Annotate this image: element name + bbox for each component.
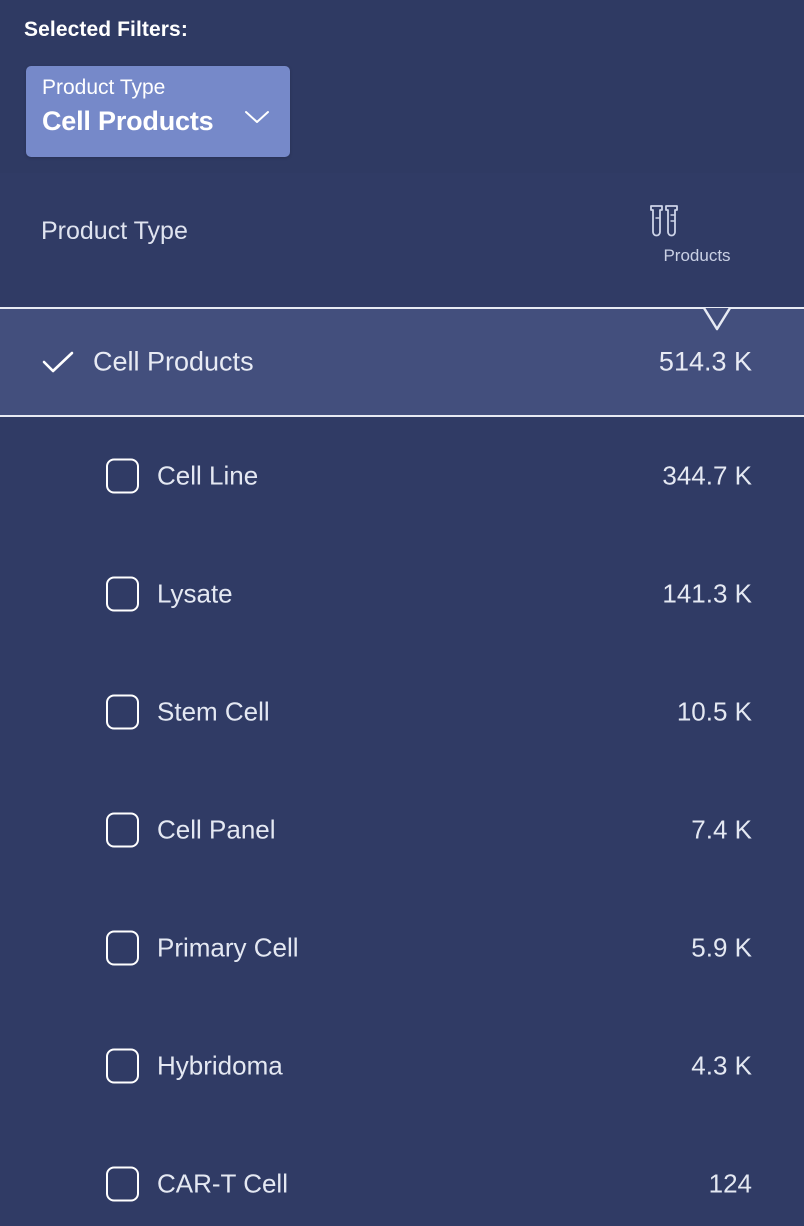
dropdown-option-hybridoma[interactable]: Hybridoma 4.3 K xyxy=(0,1007,804,1125)
option-checkbox[interactable] xyxy=(106,458,139,494)
option-label: CAR-T Cell xyxy=(157,1168,288,1199)
option-label: Cell Panel xyxy=(157,814,276,845)
option-count: 10.5 K xyxy=(676,696,752,727)
dropdown-option-selected-cell-products[interactable]: Cell Products 514.3 K xyxy=(0,307,804,417)
option-checkbox[interactable] xyxy=(106,1048,139,1084)
dropdown-option-cell-line[interactable]: Cell Line 344.7 K xyxy=(0,417,804,535)
option-count: 344.7 K xyxy=(662,460,752,491)
option-label: Stem Cell xyxy=(157,696,270,727)
selected-filters-header: Selected Filters: Product Type Cell Prod… xyxy=(0,0,804,173)
option-checkbox[interactable] xyxy=(106,930,139,966)
dropdown-header: Product Type Products xyxy=(0,173,804,307)
option-count: 5.9 K xyxy=(691,932,752,963)
dropdown-option-list: Cell Line 344.7 K Lysate 141.3 K Stem Ce… xyxy=(0,417,804,1226)
filter-chip-value: Cell Products xyxy=(42,106,214,136)
filter-dropdown-screen: PRODUCT FIGURES American Type Culture Co… xyxy=(0,0,804,1226)
dropdown-option-lysate[interactable]: Lysate 141.3 K xyxy=(0,535,804,653)
vials-icon xyxy=(650,205,678,237)
option-count: 4.3 K xyxy=(691,1050,752,1081)
dropdown-title: Product Type xyxy=(41,217,188,245)
dropdown-option-stem-cell[interactable]: Stem Cell 10.5 K xyxy=(0,653,804,771)
product-type-dropdown-panel: Product Type Products Cell Products 514.… xyxy=(0,173,804,1226)
dropdown-option-cell-panel[interactable]: Cell Panel 7.4 K xyxy=(0,771,804,889)
chevron-down-icon[interactable] xyxy=(244,110,270,124)
option-count: 141.3 K xyxy=(662,578,752,609)
option-count: 124 xyxy=(708,1168,752,1199)
option-checkbox[interactable] xyxy=(106,1166,139,1202)
selected-option-label: Cell Products xyxy=(93,346,254,377)
option-checkbox[interactable] xyxy=(106,576,139,612)
filter-chip-category: Product Type xyxy=(42,76,166,99)
option-checkbox[interactable] xyxy=(106,694,139,730)
selected-filters-label: Selected Filters: xyxy=(24,18,188,41)
option-label: Hybridoma xyxy=(157,1050,283,1081)
option-checkbox[interactable] xyxy=(106,812,139,848)
selected-option-count: 514.3 K xyxy=(658,346,752,377)
checkmark-icon xyxy=(42,351,74,373)
filter-chip-product-type[interactable]: Product Type Cell Products xyxy=(26,66,290,157)
option-label: Primary Cell xyxy=(157,932,299,963)
dropdown-pointer-notch xyxy=(688,307,746,331)
dropdown-option-car-t-cell[interactable]: CAR-T Cell 124 xyxy=(0,1125,804,1226)
metric-column-label: Products xyxy=(663,246,731,265)
option-count: 7.4 K xyxy=(691,814,752,845)
option-label: Cell Line xyxy=(157,460,259,491)
metric-column-products[interactable]: Products xyxy=(642,199,752,266)
option-label: Lysate xyxy=(157,578,233,609)
dropdown-option-primary-cell[interactable]: Primary Cell 5.9 K xyxy=(0,889,804,1007)
